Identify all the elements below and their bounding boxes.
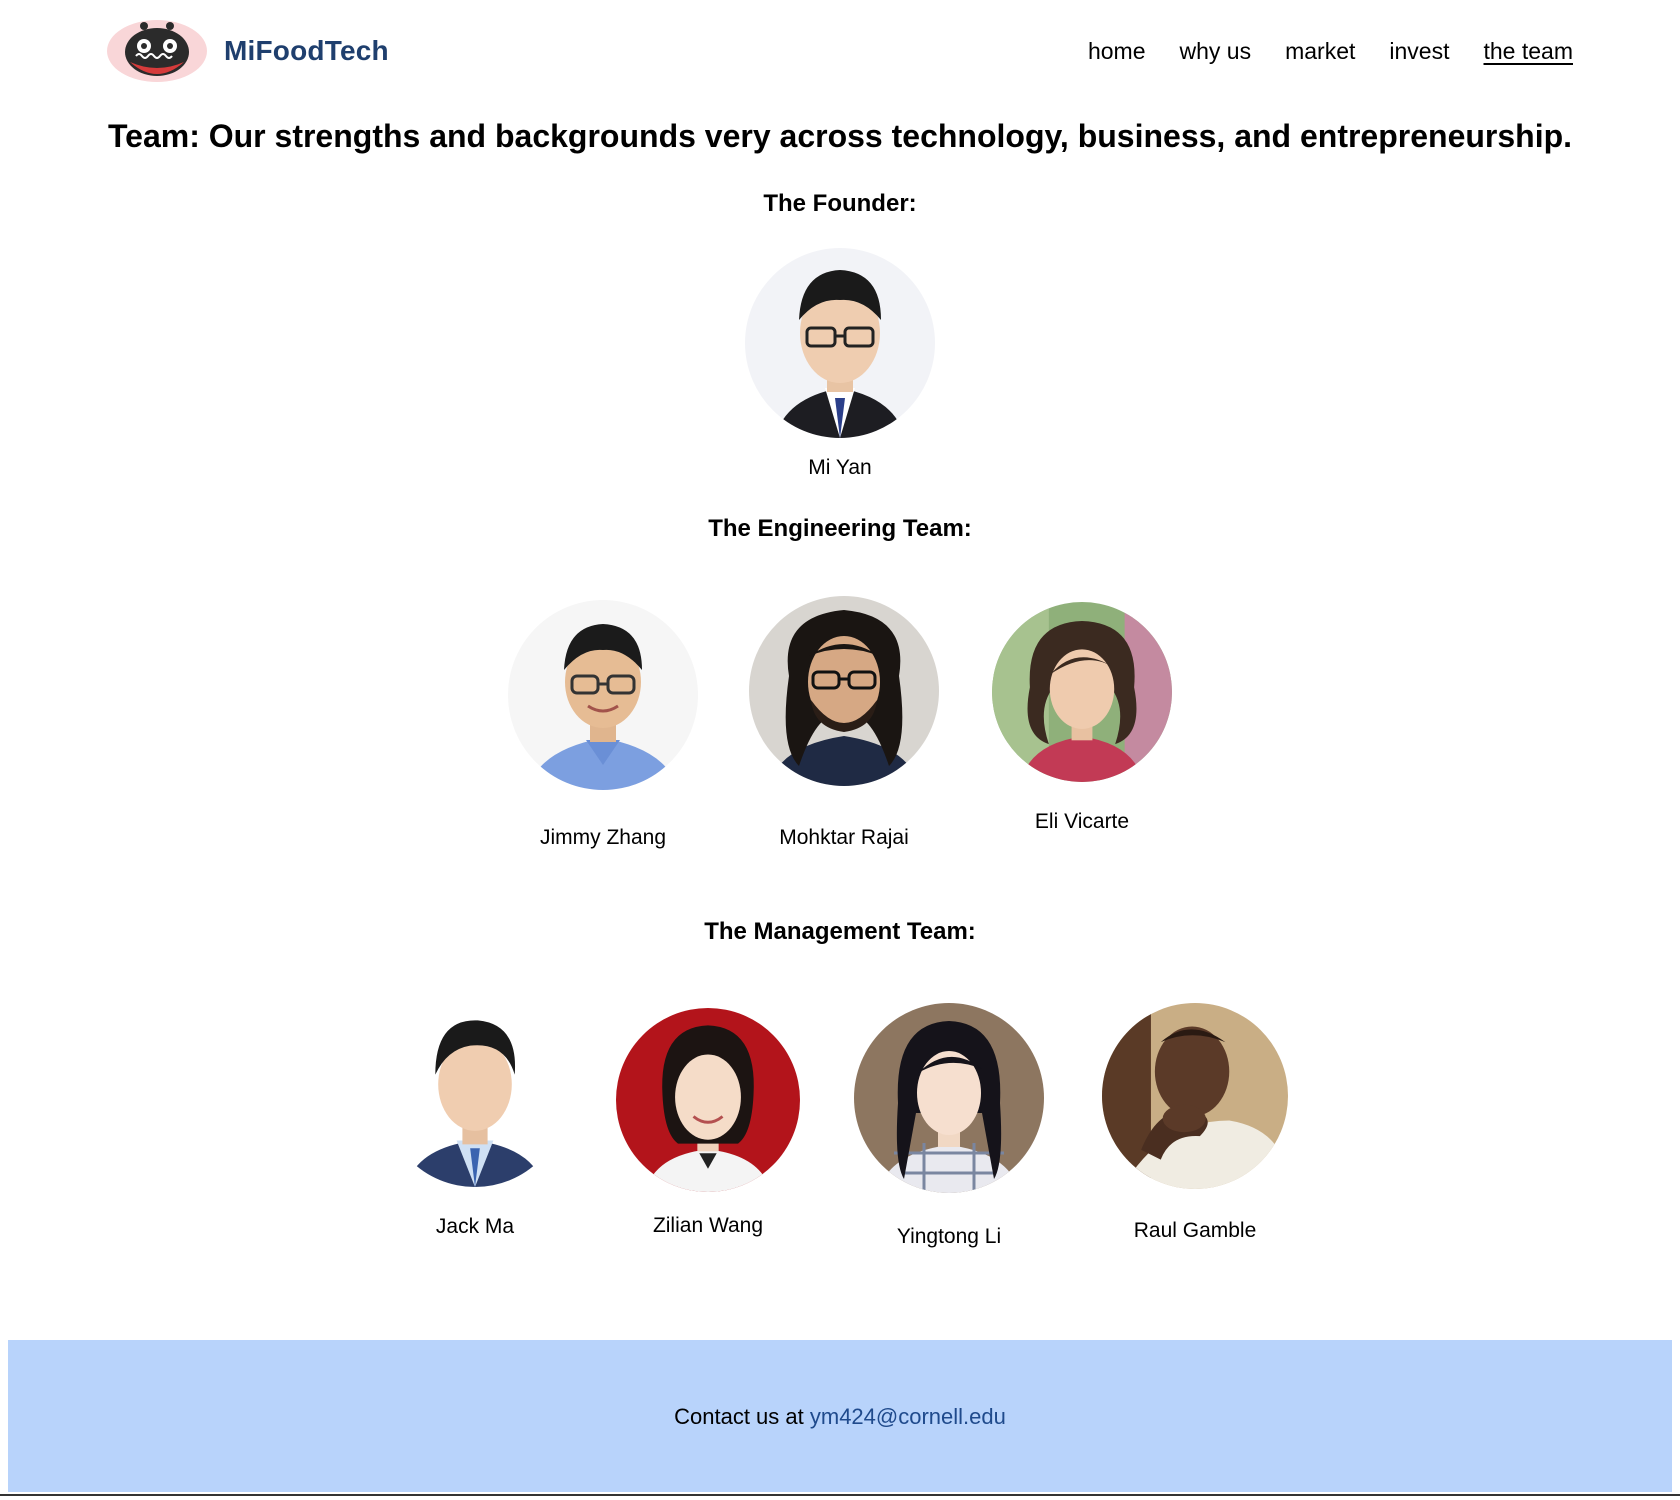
member-card: Yingtong Li xyxy=(819,1003,1079,1249)
founder-section-title: The Founder: xyxy=(763,190,917,217)
management-section-title: The Management Team: xyxy=(704,918,976,945)
site-footer: Contact us at ym424@cornell.edu xyxy=(8,1340,1672,1492)
page: MiFoodTech home why us market invest the… xyxy=(0,0,1680,1500)
avatar xyxy=(745,248,935,438)
member-name: Eli Vicarte xyxy=(1034,810,1130,833)
member-card: Jack Ma xyxy=(345,1003,605,1239)
nav-why-us[interactable]: why us xyxy=(1180,36,1252,66)
member-card: Zilian Wang xyxy=(578,1008,838,1238)
member-card: Eli Vicarte xyxy=(952,602,1212,834)
engineering-section-title: The Engineering Team: xyxy=(708,515,972,542)
member-name: Zilian Wang xyxy=(652,1214,764,1237)
main-nav: home why us market invest the team xyxy=(1088,36,1573,66)
brand-name[interactable]: MiFoodTech xyxy=(224,35,389,67)
avatar xyxy=(1102,1003,1288,1189)
avatar xyxy=(992,602,1172,782)
avatar xyxy=(508,600,698,790)
member-name: Jack Ma xyxy=(435,1215,515,1238)
member-name: Mohktar Rajai xyxy=(779,826,909,849)
brand-link[interactable]: MiFoodTech xyxy=(106,18,389,84)
contact-prefix: Contact us at xyxy=(674,1404,810,1429)
page-headline: Team: Our strengths and backgrounds very… xyxy=(107,118,1573,154)
member-name: Mi Yan xyxy=(808,456,872,479)
footer-divider xyxy=(0,1494,1680,1496)
member-card: Mi Yan xyxy=(710,248,970,480)
avatar xyxy=(616,1008,800,1192)
member-name: Raul Gamble xyxy=(1133,1219,1257,1242)
nav-market[interactable]: market xyxy=(1285,36,1355,66)
nav-home[interactable]: home xyxy=(1088,36,1146,66)
member-card: Mohktar Rajai xyxy=(714,596,974,850)
member-name: Jimmy Zhang xyxy=(539,826,667,849)
avatar xyxy=(854,1003,1044,1193)
avatar xyxy=(749,596,939,786)
avatar xyxy=(383,1003,567,1187)
site-header: MiFoodTech home why us market invest the… xyxy=(0,0,1680,100)
nav-the-team[interactable]: the team xyxy=(1484,36,1574,66)
logo-icon xyxy=(106,18,208,84)
member-card: Jimmy Zhang xyxy=(473,600,733,850)
member-name: Yingtong Li xyxy=(896,1225,1002,1248)
contact-text: Contact us at ym424@cornell.edu xyxy=(8,1404,1672,1430)
contact-email-link[interactable]: ym424@cornell.edu xyxy=(810,1404,1006,1429)
nav-invest[interactable]: invest xyxy=(1389,36,1449,66)
member-card: Raul Gamble xyxy=(1065,1003,1325,1243)
